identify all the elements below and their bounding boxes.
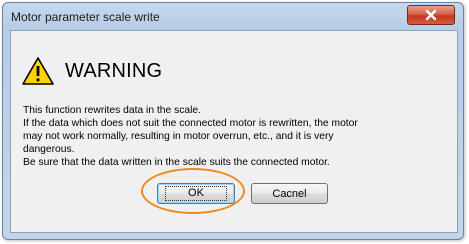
- ok-button-label: OK: [165, 186, 227, 201]
- warning-header: WARNING: [21, 55, 162, 87]
- message-line: dangerous.: [23, 144, 75, 155]
- cancel-button[interactable]: Cacnel: [251, 183, 328, 204]
- close-button[interactable]: [407, 5, 455, 25]
- dialog-content: WARNING This function rewrites data in t…: [10, 30, 458, 233]
- ok-button[interactable]: OK: [157, 183, 235, 204]
- warning-title: WARNING: [65, 59, 163, 82]
- dialog-window: Motor parameter scale write WARNING This…: [2, 2, 464, 240]
- message-line: This function rewrites data in the scale…: [23, 105, 201, 116]
- warning-message: This function rewrites data in the scale…: [23, 104, 447, 169]
- message-line: may not work normally, resulting in moto…: [23, 131, 334, 142]
- message-line: If the data which does not suit the conn…: [23, 118, 358, 129]
- cancel-button-label: Cacnel: [272, 187, 307, 200]
- dialog-title: Motor parameter scale write: [11, 10, 160, 24]
- message-line: Be sure that the data written in the sca…: [23, 157, 330, 168]
- warning-triangle-icon: [21, 56, 55, 86]
- close-icon: [425, 9, 437, 21]
